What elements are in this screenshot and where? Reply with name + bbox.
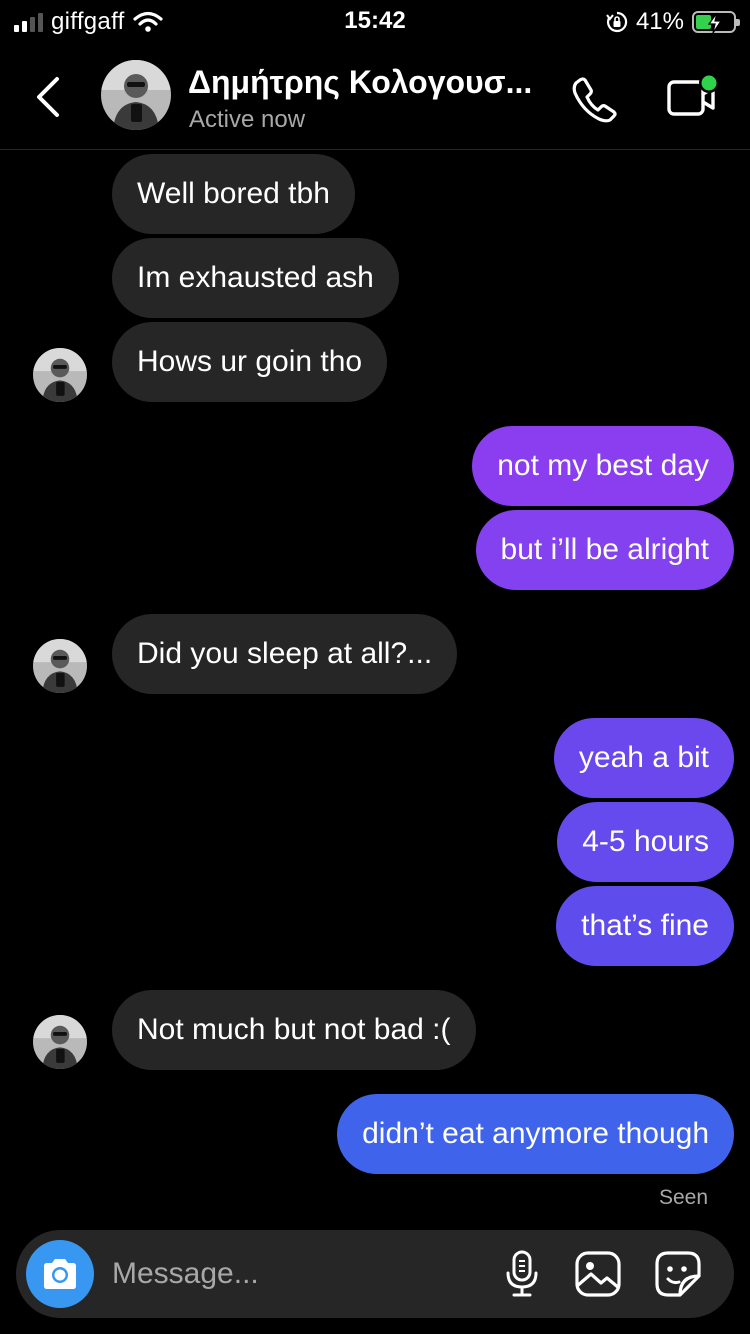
message-bubble[interactable]: Hows ur goin tho — [112, 322, 388, 402]
sticker-icon — [655, 1251, 701, 1297]
message-bubble[interactable]: not my best day — [472, 426, 734, 506]
message-input[interactable] — [112, 1230, 492, 1318]
phone-icon — [572, 77, 617, 123]
seen-receipt: Seen — [658, 1186, 708, 1209]
profile-photo — [33, 639, 87, 693]
chat-header: Δημήτρης Κολογουσ... Active now — [0, 50, 750, 150]
audio-call-button[interactable] — [568, 72, 622, 126]
contact-name[interactable]: Δημήτρης Κολογουσ... — [188, 64, 532, 101]
message-bubble[interactable]: Im exhausted ash — [112, 238, 399, 318]
video-call-button[interactable] — [664, 70, 724, 124]
message-bubble[interactable]: that’s fine — [556, 886, 734, 966]
gallery-button[interactable] — [572, 1248, 624, 1300]
sticker-button[interactable] — [652, 1248, 704, 1300]
camera-icon — [44, 1259, 76, 1289]
message-bubble[interactable]: Well bored tbh — [112, 154, 355, 234]
avatar[interactable] — [101, 60, 171, 130]
back-button[interactable] — [26, 72, 70, 122]
sender-avatar[interactable] — [33, 639, 87, 693]
gallery-icon — [575, 1251, 621, 1297]
back-arrow-icon — [37, 77, 59, 117]
camera-button[interactable] — [26, 1240, 94, 1308]
profile-photo — [33, 348, 87, 402]
message-bubble[interactable]: didn’t eat anymore though — [337, 1094, 734, 1174]
message-bubble[interactable]: but i’ll be alright — [475, 510, 734, 590]
active-status: Active now — [189, 106, 306, 133]
message-composer — [16, 1230, 734, 1318]
message-bubble[interactable]: 4-5 hours — [557, 802, 734, 882]
charging-bolt-icon — [707, 12, 723, 34]
profile-photo — [101, 60, 171, 130]
video-camera-icon — [667, 73, 719, 116]
battery-icon — [692, 11, 740, 34]
sender-avatar[interactable] — [33, 348, 87, 402]
profile-photo — [33, 1015, 87, 1069]
message-bubble[interactable]: Not much but not bad :( — [112, 990, 476, 1070]
voice-message-button[interactable] — [496, 1248, 548, 1300]
orientation-lock-icon — [606, 11, 628, 33]
microphone-icon — [506, 1250, 538, 1297]
sender-avatar[interactable] — [33, 1015, 87, 1069]
message-bubble[interactable]: yeah a bit — [553, 718, 734, 798]
battery-percent: 41% — [635, 8, 684, 35]
status-bar: giffgaff 15:42 41% — [0, 0, 750, 44]
online-indicator — [701, 75, 717, 91]
message-bubble[interactable]: Did you sleep at all?... — [112, 614, 458, 694]
